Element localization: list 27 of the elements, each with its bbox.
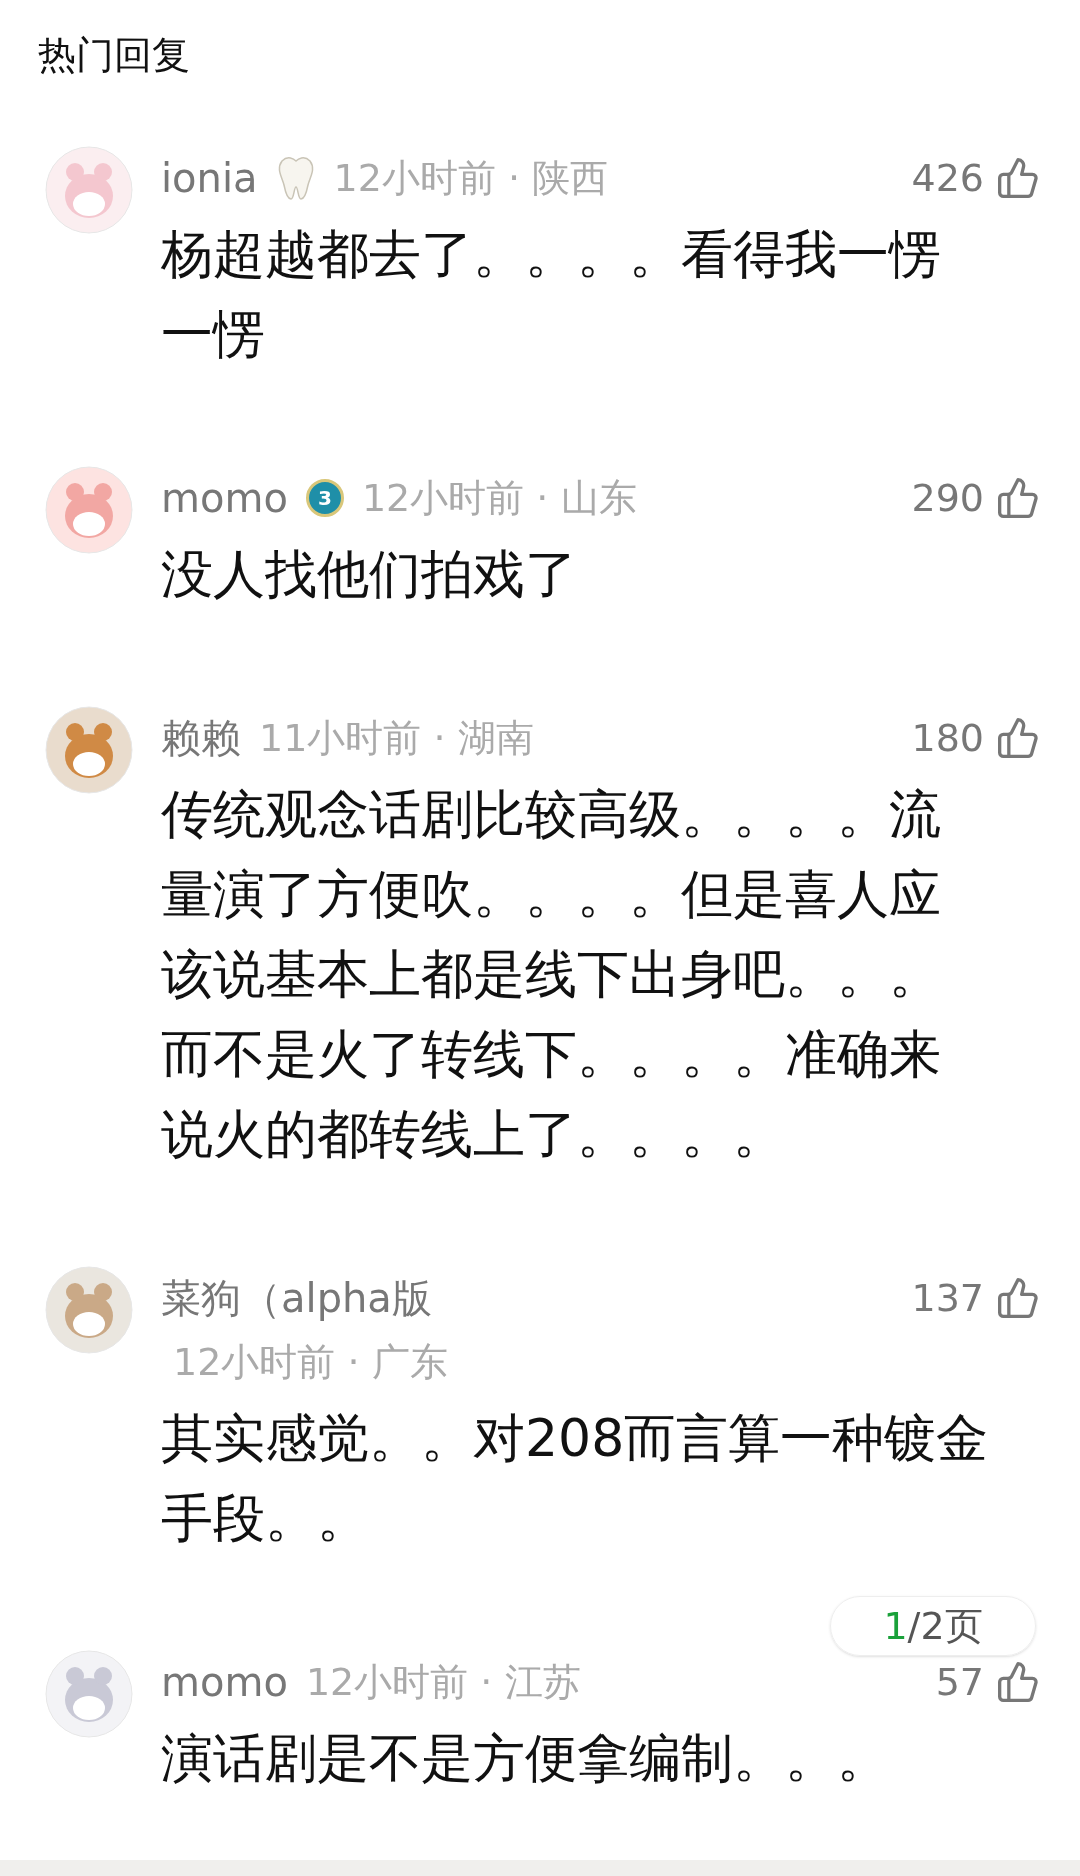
like-count: 180 [911, 714, 984, 762]
user-name[interactable]: ionia [161, 148, 258, 208]
user-name[interactable]: momo [161, 1652, 288, 1712]
section-title: 热门回复 [38, 33, 190, 77]
like-count: 137 [911, 1274, 984, 1322]
user-name[interactable]: momo [161, 468, 288, 528]
comment-text: 演话剧是不是方便拿编制。。。 [161, 1727, 890, 1790]
like-icon[interactable] [996, 476, 1040, 520]
level-badge: 3 [305, 479, 344, 517]
comment-text: 其实感觉。。对208而言算一种镀金手段。。 [161, 1407, 990, 1550]
like-icon[interactable] [996, 716, 1040, 760]
time-location: 12小时前 · 江苏 [305, 1658, 581, 1706]
user-name[interactable]: 菜狗（alpha版 [161, 1268, 432, 1328]
comment-text: 没人找他们拍戏了 [161, 543, 578, 606]
comment-text: 传统观念话剧比较高级。。。。流量演了方便吹。。。。但是喜人应该说基本上都是线下出身吧。。。而不是火了转线下。。。。准确来说火的都转线上了。。。。 [161, 783, 942, 1166]
like-icon[interactable] [996, 1660, 1040, 1704]
like-icon[interactable] [996, 1276, 1040, 1320]
comment-text: 杨超越都去了。。。。看得我一愣一愣 [161, 223, 942, 366]
like-count: 290 [911, 474, 984, 522]
like-count: 426 [911, 154, 984, 202]
time-location: 11小时前 · 湖南 [259, 714, 534, 762]
time-location: 12小时前 · 山东 [361, 474, 637, 522]
time-location: 12小时前 · 广东 [173, 1338, 448, 1386]
like-count: 57 [935, 1658, 984, 1706]
time-location: 12小时前 · 陕西 [333, 154, 609, 202]
like-icon[interactable] [996, 156, 1040, 200]
user-name[interactable]: 赖赖 [161, 708, 241, 768]
